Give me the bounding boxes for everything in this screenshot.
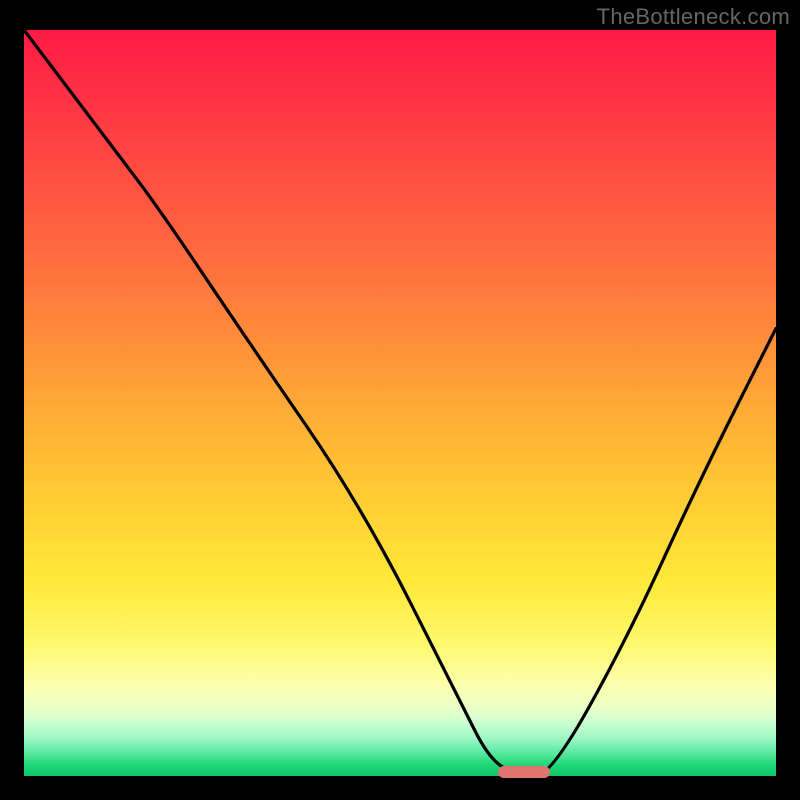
chart-frame: TheBottleneck.com [0, 0, 800, 800]
watermark-text: TheBottleneck.com [597, 4, 790, 30]
plot-area [24, 30, 776, 776]
optimal-marker [498, 766, 551, 778]
bottleneck-curve [24, 30, 776, 776]
